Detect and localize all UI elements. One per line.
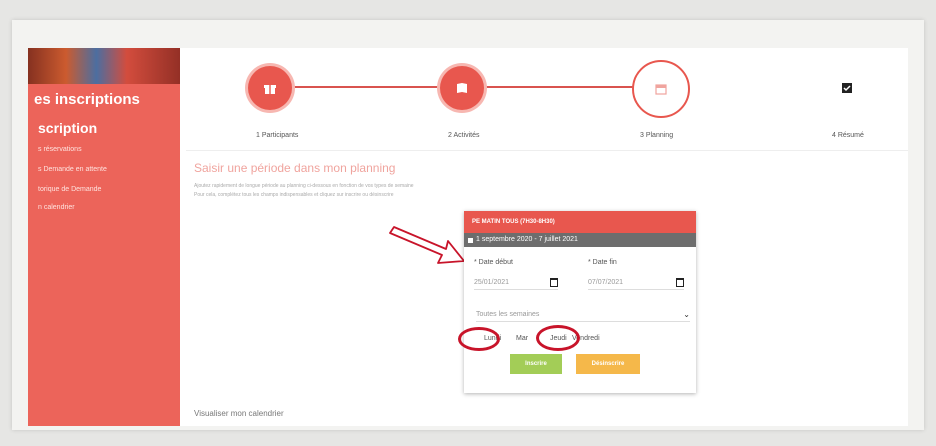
square-icon (468, 237, 473, 243)
highlight-circle-lundi (458, 327, 500, 351)
annotation-arrow-icon (389, 226, 465, 264)
help-text-2: Pour cela, complétez tous les champs ind… (194, 192, 394, 198)
card-header: PE MATIN TOUS (7H30-8H30) (464, 211, 696, 233)
step-label-participants: 1 Participants (256, 132, 299, 139)
card-period-text: 1 septembre 2020 - 7 juillet 2021 (476, 236, 578, 243)
weeks-select-value: Toutes les semaines (476, 310, 540, 318)
step-participants[interactable] (248, 66, 292, 110)
sidebar-item-reservations[interactable]: s réservations (38, 146, 82, 153)
section-title: Saisir une période dans mon planning (194, 161, 396, 175)
book-icon (457, 83, 467, 93)
main-panel: 1 Participants 2 Activités 3 Planning 4 … (180, 48, 908, 426)
check-calendar-icon (842, 83, 852, 93)
end-date-value: 07/07/2021 (588, 278, 624, 286)
view-calendar-link[interactable]: Visualiser mon calendrier (194, 409, 284, 418)
weeks-select[interactable]: Toutes les semaines ⌄ (476, 307, 690, 322)
calendar-icon (655, 84, 667, 95)
end-date-input[interactable]: 07/07/2021 (588, 275, 684, 290)
step-summary[interactable] (832, 66, 862, 110)
end-date-label: * Date fin (588, 259, 617, 266)
start-date-label: * Date début (474, 259, 513, 266)
help-text-1: Ajoutez rapidement de longue période au … (194, 183, 414, 189)
content-area: Saisir une période dans mon planning Ajo… (186, 150, 908, 427)
period-card: PE MATIN TOUS (7H30-8H30) 1 septembre 20… (458, 211, 696, 393)
day-mardi[interactable]: Mar (516, 335, 528, 342)
step-activities[interactable] (440, 66, 484, 110)
card-period: 1 septembre 2020 - 7 juillet 2021 (464, 233, 696, 247)
sidebar-title: es inscriptions (34, 91, 140, 108)
sidebar: es inscriptions scription s réservations… (28, 48, 180, 426)
step-label-planning: 3 Planning (640, 132, 674, 139)
enroll-button[interactable]: Inscrire (510, 354, 562, 374)
sidebar-item-calendar[interactable]: n calendrier (38, 204, 75, 211)
step-label-activities: 2 Activités (448, 132, 480, 139)
unenroll-button[interactable]: Désinscrire (576, 354, 640, 374)
sidebar-subtitle: scription (38, 120, 98, 136)
calendar-icon[interactable] (676, 277, 684, 287)
step-planning[interactable] (632, 60, 690, 118)
step-label-summary: 4 Résumé (832, 132, 864, 139)
highlight-circle-jeudi (536, 325, 580, 351)
gift-icon (264, 85, 276, 94)
calendar-icon[interactable] (550, 277, 558, 287)
chevron-down-icon: ⌄ (683, 309, 690, 319)
start-date-input[interactable]: 25/01/2021 (474, 275, 558, 290)
sidebar-item-history[interactable]: torique de Demande (38, 186, 101, 193)
sidebar-item-pending[interactable]: s Demande en attente (38, 166, 107, 173)
header-photo (28, 48, 180, 84)
start-date-value: 25/01/2021 (474, 278, 510, 286)
